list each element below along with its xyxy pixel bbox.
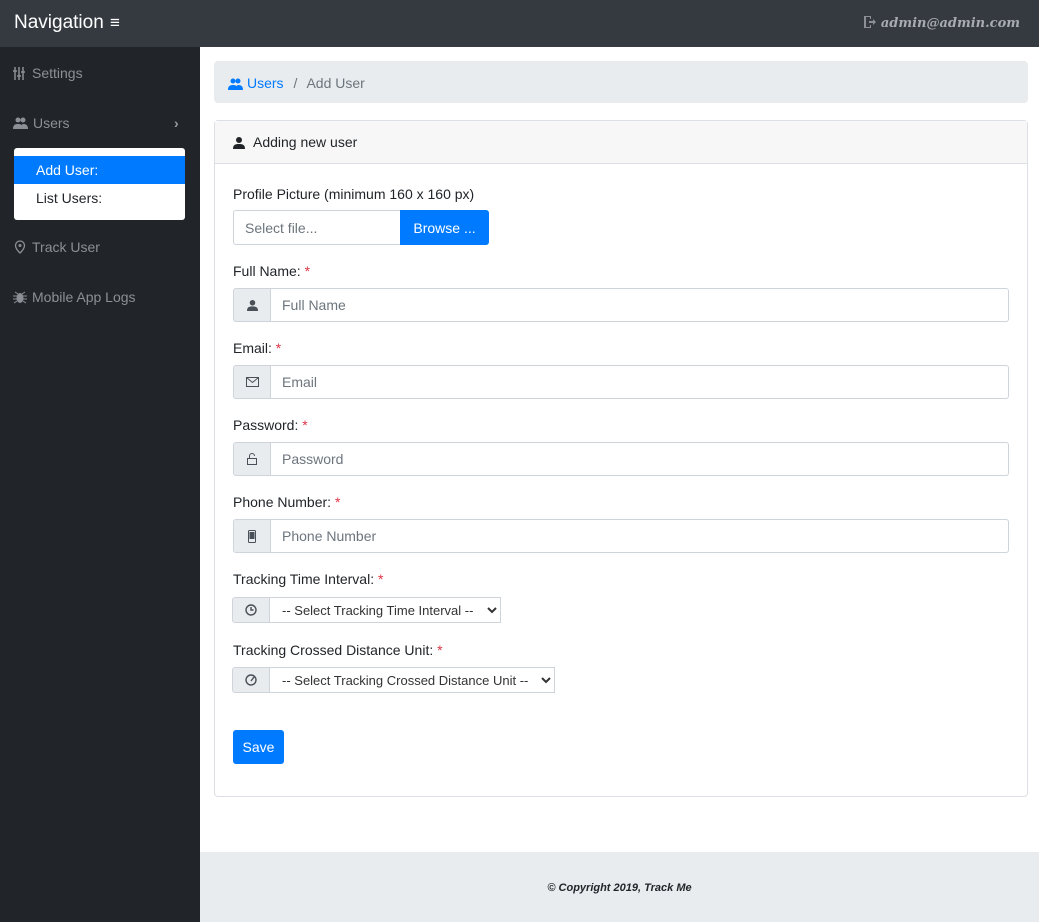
full-name-label: Full Name: * [233,263,311,279]
browse-button[interactable]: Browse ... [400,210,489,245]
mobile-phone-icon [233,519,271,553]
chevron-right-icon[interactable]: › [174,115,179,131]
footer: © Copyright 2019, Track Me [200,852,1039,922]
logout-icon [863,16,876,28]
phone-group [233,519,1009,553]
user-icon [233,288,271,322]
email-label: Email: * [233,340,282,356]
distance-unit-label: Tracking Crossed Distance Unit: * [233,642,443,658]
profile-picture-label: Profile Picture (minimum 160 x 160 px) [233,186,475,202]
breadcrumb-separator: / [293,75,298,91]
password-input[interactable] [271,442,1009,476]
sidebar-item-users[interactable]: Users [13,115,70,131]
submenu-item-list-users[interactable]: List Users: [14,184,185,212]
file-name-display[interactable]: Select file... [233,210,400,245]
submenu-item-add-user[interactable]: Add User: [14,156,185,184]
copyright-text: © Copyright 2019, Track Me [547,882,692,894]
breadcrumb-current: Add User [306,75,365,91]
distance-unit-select[interactable]: -- Select Tracking Crossed Distance Unit… [270,667,555,693]
card-title: Adding new user [253,134,358,150]
email-group [233,365,1009,399]
tracking-interval-group: -- Select Tracking Time Interval -- [232,597,501,623]
email-input[interactable] [271,365,1009,399]
profile-picture-file-input[interactable]: Select file... Browse ... [233,210,489,245]
sidebar-item-track-user[interactable]: Track User [13,239,100,255]
save-button[interactable]: Save [233,730,284,764]
sidebar-item-mobile-app-logs[interactable]: Mobile App Logs [13,289,136,305]
bug-icon [13,291,27,304]
distance-unit-group: -- Select Tracking Crossed Distance Unit… [232,667,555,693]
users-icon [13,117,28,129]
add-user-card: Adding new user Profile Picture (minimum… [214,120,1028,797]
breadcrumb: Users / Add User [214,61,1028,103]
full-name-input[interactable] [271,288,1009,322]
user-email: admin@admin.com [880,16,1020,31]
top-navbar: Navigation ≡ admin@admin.com [0,0,1039,47]
phone-label: Phone Number: * [233,494,341,510]
logout-link[interactable]: admin@admin.com [863,15,1020,31]
clock-icon [232,597,270,623]
envelope-icon [233,365,271,399]
lock-icon [233,442,271,476]
brand-title: Navigation [14,12,104,33]
full-name-group [233,288,1009,322]
tracking-interval-label: Tracking Time Interval: * [233,571,384,587]
sidebar-item-settings[interactable]: Settings [13,65,83,81]
users-icon [228,78,243,90]
sliders-icon [13,66,25,80]
breadcrumb-users-link[interactable]: Users [228,75,284,91]
phone-input[interactable] [271,519,1009,553]
users-submenu: Add User: List Users: [14,148,185,220]
card-header: Adding new user [215,121,1027,164]
map-marker-icon [14,240,26,254]
password-label: Password: * [233,417,308,433]
user-icon [233,137,245,149]
tracking-interval-select[interactable]: -- Select Tracking Time Interval -- [270,597,501,623]
gauge-icon [232,667,270,693]
hamburger-menu-icon[interactable]: ≡ [110,13,120,33]
password-group [233,442,1009,476]
